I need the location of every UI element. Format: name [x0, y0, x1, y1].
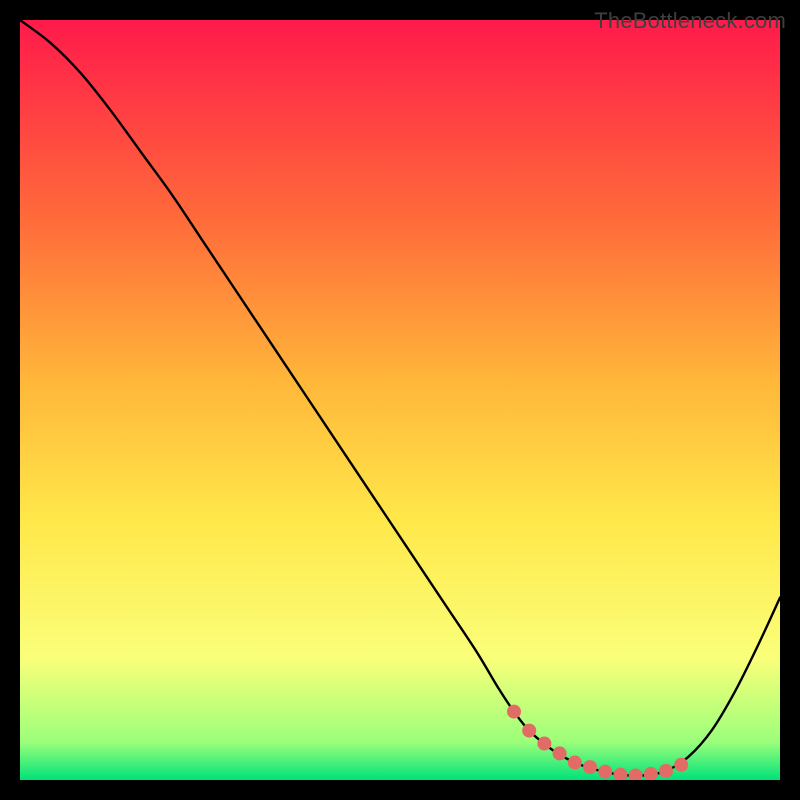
- optimal-marker: [674, 758, 688, 772]
- optimal-marker: [659, 764, 673, 778]
- bottleneck-curve: [20, 20, 780, 776]
- optimal-marker: [568, 756, 582, 770]
- optimal-marker: [613, 768, 627, 780]
- watermark-text: TheBottleneck.com: [594, 8, 786, 34]
- optimal-marker: [583, 760, 597, 774]
- optimal-marker: [644, 767, 658, 780]
- chart-curve-layer: [20, 20, 780, 780]
- optimal-marker: [553, 746, 567, 760]
- optimal-marker: [629, 768, 643, 780]
- chart-plot-area: [20, 20, 780, 780]
- optimal-range-markers: [507, 705, 688, 780]
- optimal-marker: [507, 705, 521, 719]
- optimal-marker: [522, 724, 536, 738]
- optimal-marker: [537, 737, 551, 751]
- optimal-marker: [598, 765, 612, 779]
